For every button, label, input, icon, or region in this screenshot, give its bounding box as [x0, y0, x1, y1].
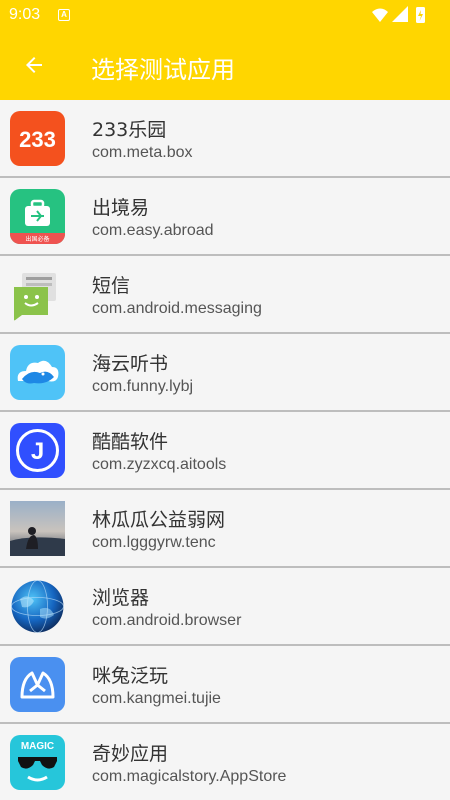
list-item[interactable]: 浏览器 com.android.browser	[0, 568, 450, 646]
list-item[interactable]: 短信 com.android.messaging	[0, 256, 450, 334]
app-name: 林瓜瓜公益弱网	[92, 509, 226, 531]
list-item[interactable]: 233 233乐园 com.meta.box	[0, 100, 450, 178]
message-bubble-icon	[10, 267, 65, 322]
rabbit-face-icon	[10, 657, 65, 712]
sunglasses-icon: MAGIC	[10, 735, 65, 790]
letter-j-icon: J	[10, 423, 65, 478]
list-item[interactable]: J 酷酷软件 com.zyzxcq.aitools	[0, 412, 450, 490]
app-name: 短信	[92, 275, 131, 297]
globe-icon	[10, 579, 65, 634]
app-package: com.meta.box	[92, 144, 193, 161]
list-item[interactable]: 咪兔泛玩 com.kangmei.tujie	[0, 646, 450, 724]
list-item[interactable]: 林瓜瓜公益弱网 com.lgggyrw.tenc	[0, 490, 450, 568]
svg-text:233: 233	[19, 127, 56, 152]
list-item[interactable]: 出国必备 出境易 com.easy.abroad	[0, 178, 450, 256]
svg-text:MAGIC: MAGIC	[21, 741, 54, 752]
app-package: com.magicalstory.AppStore	[92, 768, 287, 785]
app-package: com.android.messaging	[92, 300, 262, 317]
233-logo-icon: 233	[10, 111, 65, 166]
app-name: 咪兔泛玩	[92, 665, 169, 687]
app-name: 233乐园	[92, 119, 167, 141]
app-name: 出境易	[92, 197, 150, 219]
app-package: com.lgggyrw.tenc	[92, 534, 216, 551]
page-title: 选择测试应用	[91, 56, 235, 84]
app-name: 海云听书	[92, 353, 169, 375]
svg-text:出国必备: 出国必备	[25, 235, 49, 243]
signal-icon	[392, 6, 408, 22]
back-button[interactable]	[12, 43, 56, 87]
status-icons	[372, 6, 425, 23]
app-package: com.easy.abroad	[92, 222, 214, 239]
app-list: 233 233乐园 com.meta.box 出国必备 出境易 com.easy…	[0, 100, 450, 800]
app-package: com.funny.lybj	[92, 378, 194, 395]
notification-a-icon: A	[58, 9, 70, 21]
photo-person-icon	[10, 501, 65, 556]
app-header: 9:03 A 选择测试应用	[0, 0, 450, 100]
list-item[interactable]: 海云听书 com.funny.lybj	[0, 334, 450, 412]
wifi-icon	[372, 8, 388, 22]
status-time: 9:03	[9, 6, 41, 23]
app-package: com.kangmei.tujie	[92, 690, 221, 707]
app-name: 酷酷软件	[92, 431, 169, 453]
toolbar: 选择测试应用	[0, 30, 450, 100]
suitcase-icon: 出国必备	[10, 189, 65, 244]
arrow-left-icon	[26, 57, 42, 73]
app-package: com.zyzxcq.aitools	[92, 456, 227, 473]
app-name: 奇妙应用	[92, 743, 169, 765]
svg-text:J: J	[31, 438, 44, 465]
app-package: com.android.browser	[92, 612, 242, 629]
list-item[interactable]: MAGIC 奇妙应用 com.magicalstory.AppStore	[0, 724, 450, 800]
app-name: 浏览器	[92, 587, 150, 609]
cloud-whale-icon	[10, 345, 65, 400]
status-bar: 9:03 A	[0, 0, 450, 30]
